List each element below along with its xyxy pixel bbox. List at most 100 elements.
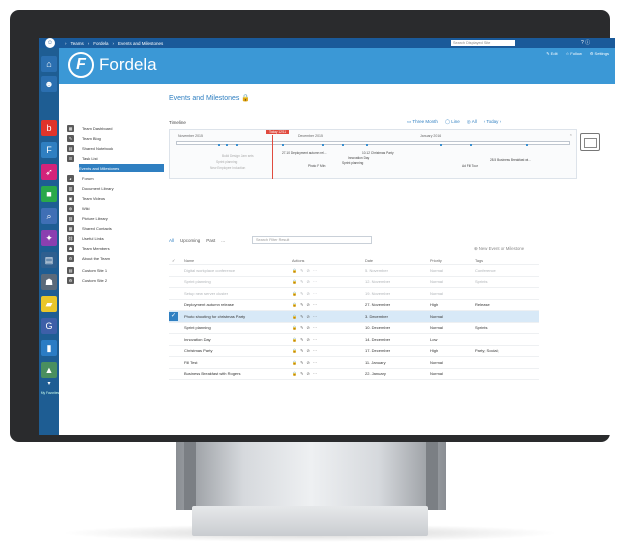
calendar-icon[interactable]	[580, 133, 600, 151]
select-cell[interactable]	[169, 356, 181, 369]
table-row[interactable]: Fill Test 🔒 ✎ ⊘ ⋯ 11. January Normal	[169, 356, 539, 369]
event-name[interactable]: Deployment autumn release	[181, 299, 289, 311]
event-name[interactable]: Fill Test	[181, 356, 289, 369]
people-icon[interactable]: ☗	[41, 274, 57, 290]
table-row[interactable]: Setup new server cluster 🔒 ✎ ⊘ ⋯ 19. Novem…	[169, 287, 539, 300]
nav-item[interactable]: ✎ Team Blog	[67, 134, 101, 142]
table-row[interactable]: Christmas Party 🔒 ✎ ⊘ ⋯ 17. December High Pa…	[169, 345, 539, 357]
event-name[interactable]: Sprint planning	[181, 276, 289, 288]
timeline-dot[interactable]	[282, 144, 284, 146]
timeline-event[interactable]: New Employee Induction	[210, 166, 245, 170]
event-name[interactable]: Photo shooting for christmas Party	[181, 310, 289, 323]
app-b-icon[interactable]: b	[41, 120, 57, 136]
landscape-icon[interactable]: ▲	[41, 362, 57, 378]
timeline-dot[interactable]	[236, 144, 238, 146]
nav-item[interactable]: ⚙ About the Team	[67, 254, 110, 262]
nav-item[interactable]: ▨ Picture Library	[67, 214, 108, 222]
select-cell[interactable]	[169, 287, 181, 300]
help-icon[interactable]: ? ⓘ	[581, 39, 590, 46]
event-name[interactable]: Setup new server cluster	[181, 287, 289, 300]
timeline-dot[interactable]	[366, 144, 368, 146]
event-name[interactable]: Business Breakfast with Rogers	[181, 368, 289, 380]
filter-all[interactable]: All	[169, 238, 174, 243]
list-search-input[interactable]: Search Filter Result	[252, 236, 372, 244]
nav-item[interactable]: ▦ Team Dashboard	[67, 124, 112, 132]
profile-icon[interactable]: ☻	[41, 76, 57, 92]
nav-item[interactable]: ▦ Shared Contacts	[67, 224, 112, 232]
nav-item[interactable]: ◍ Wiki	[67, 204, 90, 212]
chart-icon[interactable]: ▮	[41, 340, 57, 356]
timeline-dot[interactable]	[218, 144, 220, 146]
select-cell[interactable]	[169, 276, 181, 288]
column-tags[interactable]: Tags	[472, 257, 539, 265]
table-row[interactable]: Deployment autumn release 🔒 ✎ ⊘ ⋯ 27. Nove…	[169, 299, 539, 311]
new-event-button[interactable]: ⊕ New Event or Milestone	[474, 246, 524, 252]
three-month-button[interactable]: ▭ Three Month	[407, 119, 438, 125]
select-all-icon[interactable]: ✓	[169, 257, 181, 265]
cart-icon[interactable]: ▤	[41, 252, 57, 268]
select-cell[interactable]	[169, 299, 181, 311]
table-row[interactable]: Innovation Day 🔒 ✎ ⊘ ⋯ 14. December Low	[169, 333, 539, 346]
select-cell[interactable]	[169, 333, 181, 346]
chevron-down-icon[interactable]: ▾	[41, 380, 57, 388]
site-title[interactable]: Fordela	[99, 55, 157, 75]
nav-item[interactable]: ☰ Task List	[67, 154, 98, 162]
timeline-event[interactable]: Sprint planning	[342, 161, 363, 165]
nav-item[interactable]: ▥ Document Library	[67, 184, 114, 192]
nav-item[interactable]: ⛓ Useful Links	[67, 234, 104, 242]
event-name[interactable]: Christmas Party	[181, 345, 289, 357]
timeline-event[interactable]: Photo F Mtn	[308, 164, 325, 168]
video-icon[interactable]: ■	[41, 186, 57, 202]
search-app-icon[interactable]: ⌕	[41, 208, 57, 224]
event-name[interactable]: Innovation Day	[181, 333, 289, 346]
timeline-event[interactable]: Build Design Jam sets	[222, 154, 254, 158]
app-g-icon[interactable]: G	[41, 318, 57, 334]
today-button[interactable]: ‹ Today ›	[484, 119, 501, 125]
settings-button[interactable]: ⚙ Settings	[590, 51, 609, 56]
table-row[interactable]: ✓ Photo shooting for christmas Party 🔒 ✎ ⊘…	[169, 310, 539, 323]
nav-item[interactable]: ▤ Shared Notebook	[67, 144, 113, 152]
table-row[interactable]: Sprint planning 🔒 ✎ ⊘ ⋯ 10. December Normal…	[169, 322, 539, 334]
table-row[interactable]: Digital workplace conference 🔒 ✎ ⊘ ⋯ 5. No…	[169, 264, 539, 277]
timeline-dot[interactable]	[470, 144, 472, 146]
filter-past[interactable]: Past	[206, 238, 215, 243]
breadcrumb-fordela[interactable]: Fordela	[93, 41, 108, 46]
edit-button[interactable]: ✎ Edit	[546, 51, 557, 56]
breadcrumb-teams[interactable]: Teams	[71, 41, 84, 46]
nav-item[interactable]: Events and Milestones	[79, 164, 164, 172]
event-name[interactable]: Digital workplace conference	[181, 264, 289, 277]
favorites-label[interactable]: My Favorites	[39, 391, 61, 395]
timeline-dot[interactable]	[440, 144, 442, 146]
column-date[interactable]: Date	[362, 257, 427, 265]
timeline-event[interactable]: 10.12 Christmas Party	[362, 151, 394, 155]
filter-more[interactable]: ...	[221, 238, 225, 243]
select-cell[interactable]	[169, 322, 181, 334]
nav-item[interactable]: ⚙ Custom Site 2	[67, 276, 107, 284]
timeline-event[interactable]: 28.5 Business Breakfast wi...	[490, 158, 531, 162]
home-icon[interactable]: ⌂	[41, 56, 57, 72]
timeline-event[interactable]: Sprint planning	[216, 160, 237, 164]
fordela-app-icon[interactable]: F	[41, 142, 57, 158]
nav-item[interactable]: ☗ Team Members	[67, 244, 110, 252]
select-cell[interactable]	[169, 264, 181, 277]
rocket-icon[interactable]: ➶	[41, 164, 57, 180]
analytics-icon[interactable]: ✦	[41, 230, 57, 246]
site-search-input[interactable]: Search Displayed Site	[451, 40, 515, 46]
all-button[interactable]: ◎ All	[467, 119, 477, 125]
notes-icon[interactable]: ▰	[41, 296, 57, 312]
timeline-dot[interactable]	[322, 144, 324, 146]
timeline-event[interactable]: Innovation Day	[348, 156, 369, 160]
timeline-event[interactable]: Ad Fill Tour	[462, 164, 478, 168]
select-cell[interactable]: ✓	[169, 310, 181, 323]
event-name[interactable]: Sprint planning	[181, 322, 289, 334]
table-row[interactable]: Sprint planning 🔒 ✎ ⊘ ⋯ 12. November Normal…	[169, 276, 539, 288]
follow-button[interactable]: ☆ Follow	[566, 51, 582, 56]
close-icon[interactable]: ×	[570, 132, 572, 137]
user-avatar[interactable]: ☺	[45, 38, 55, 48]
line-button[interactable]: ◯ Line	[445, 119, 460, 125]
nav-item[interactable]: ▣ Team Videos	[67, 194, 105, 202]
table-row[interactable]: Business Breakfast with Rogers 🔒 ✎ ⊘ ⋯ 22.…	[169, 368, 539, 380]
select-cell[interactable]	[169, 345, 181, 357]
nav-item[interactable]: ◕ Forum	[67, 174, 94, 182]
timeline-dot[interactable]	[342, 144, 344, 146]
